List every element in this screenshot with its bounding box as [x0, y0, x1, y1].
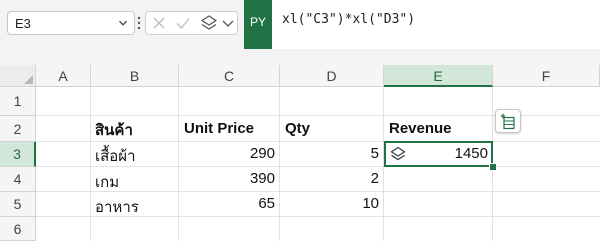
column-header-f[interactable]: F: [493, 65, 600, 87]
column-header-b[interactable]: B: [91, 65, 179, 87]
check-icon[interactable]: [172, 12, 194, 34]
cell-d3[interactable]: 5: [280, 145, 379, 162]
cell-d5[interactable]: 10: [280, 195, 379, 212]
cell-c3[interactable]: 290: [179, 145, 275, 162]
select-all-button[interactable]: [0, 65, 36, 87]
column-header-c[interactable]: C: [179, 65, 280, 87]
cell-b4[interactable]: เกม: [95, 170, 119, 194]
row-header-1[interactable]: 1: [0, 87, 36, 116]
cell-c2[interactable]: Unit Price: [184, 120, 254, 137]
gridline: [90, 87, 91, 241]
chevron-down-icon[interactable]: [217, 12, 239, 34]
gridline: [178, 87, 179, 241]
column-header-a[interactable]: A: [36, 65, 91, 87]
row-header-3[interactable]: 3: [0, 142, 36, 167]
cell-c5[interactable]: 65: [179, 195, 275, 212]
x-icon[interactable]: [148, 12, 170, 34]
row-header-5[interactable]: 5: [0, 192, 36, 217]
name-box-value: E3: [15, 16, 31, 31]
cell-d2[interactable]: Qty: [285, 120, 310, 137]
cell-d4[interactable]: 2: [280, 170, 379, 187]
vertical-ellipsis-icon[interactable]: [136, 12, 142, 34]
formula-bar[interactable]: xl("C3")*xl("D3"): [272, 0, 600, 49]
row-header-2[interactable]: 2: [0, 116, 36, 142]
formula-text: xl("C3")*xl("D3"): [282, 12, 416, 27]
select-all-icon: [24, 75, 33, 84]
cell-b5[interactable]: อาหาร: [95, 195, 139, 219]
cell-b3[interactable]: เสื้อผ้า: [95, 144, 136, 168]
insert-data-icon: [500, 113, 515, 130]
row-header-4[interactable]: 4: [0, 167, 36, 192]
column-header-e[interactable]: E: [384, 65, 493, 87]
cell-e2[interactable]: Revenue: [389, 120, 452, 137]
gridline: [36, 191, 600, 192]
gridline: [279, 87, 280, 241]
cell-b2[interactable]: สินค้า: [95, 118, 133, 142]
chevron-down-icon[interactable]: [118, 18, 128, 28]
row-header-6[interactable]: 6: [0, 217, 36, 241]
insert-data-button[interactable]: [495, 109, 521, 133]
worksheet-grid: A B C D E F 1 2 3 4 5 6 สินค้า Unit Pric…: [0, 65, 600, 241]
name-box[interactable]: E3: [7, 11, 135, 35]
cell-c4[interactable]: 390: [179, 170, 275, 187]
excel-window: E3 PY xl("C3")*xl("D3") A B C D E F 1 2 …: [0, 0, 600, 241]
formula-actions: [145, 11, 238, 35]
layers-icon[interactable]: [389, 145, 407, 163]
column-header-d[interactable]: D: [280, 65, 384, 87]
fill-handle[interactable]: [489, 163, 497, 171]
python-mode-badge[interactable]: PY: [244, 0, 272, 49]
